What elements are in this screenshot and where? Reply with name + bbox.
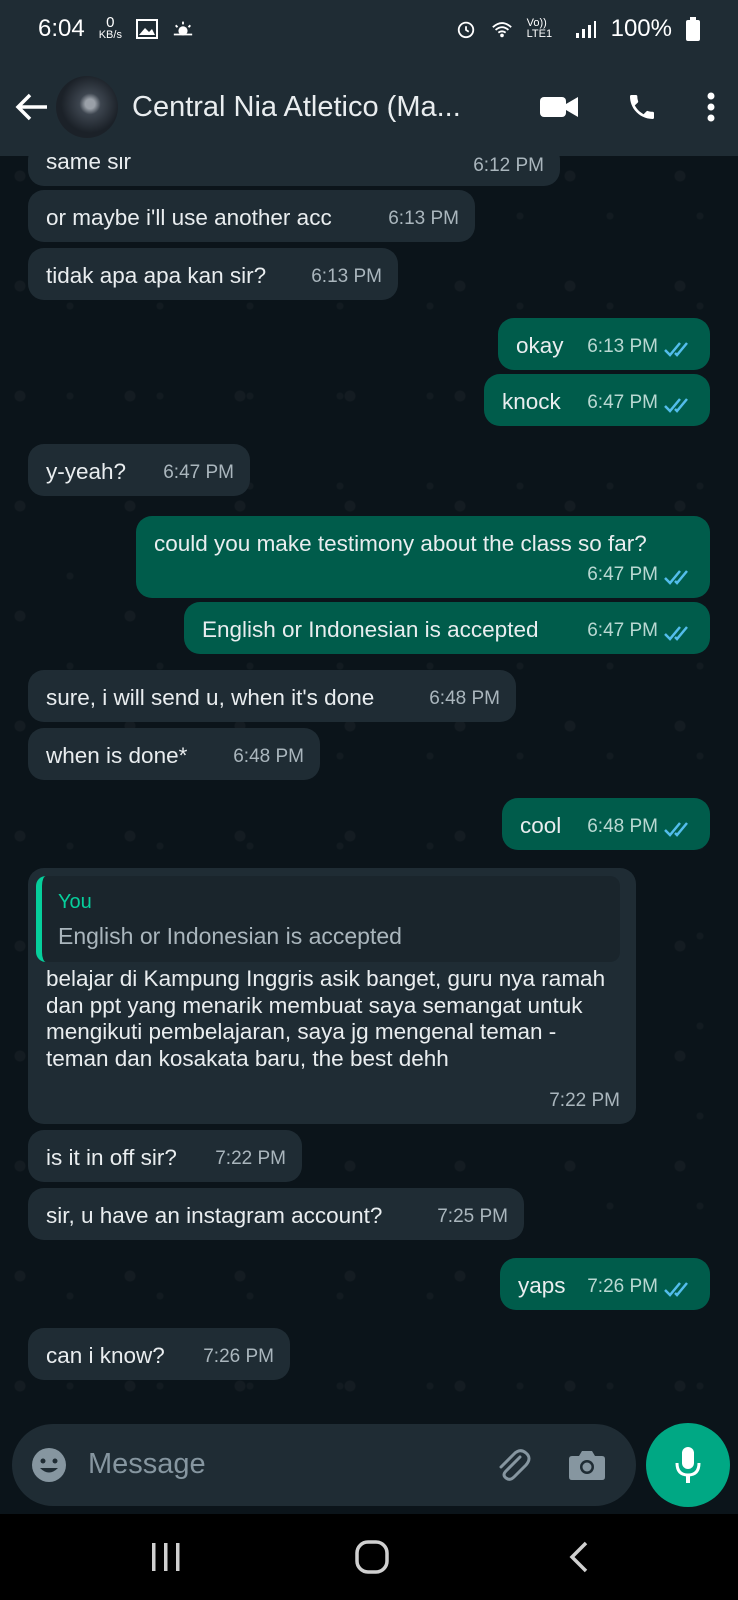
status-right: Vo)) LTE1 100% bbox=[455, 15, 700, 43]
message-time: 6:48 PM bbox=[429, 688, 500, 709]
chat-header: Central Nia Atletico (Ma... bbox=[0, 58, 738, 156]
read-ticks-icon bbox=[664, 626, 688, 641]
net-speed-unit: KB/s bbox=[98, 29, 122, 41]
message-text: yaps bbox=[518, 1273, 566, 1298]
message-time: 7:22 PM bbox=[215, 1148, 286, 1169]
message-text: sure, i will send u, when it's done bbox=[46, 685, 375, 710]
read-ticks-icon bbox=[664, 398, 688, 413]
message-time: 6:47 PM bbox=[587, 620, 658, 641]
weather-icon bbox=[173, 21, 193, 36]
message-outgoing[interactable]: okay 6:13 PM bbox=[498, 318, 710, 370]
message-time: 7:26 PM bbox=[587, 1276, 658, 1297]
microphone-icon bbox=[675, 1447, 701, 1483]
alarm-icon bbox=[457, 21, 474, 39]
arrow-left-icon bbox=[15, 93, 47, 121]
message-outgoing[interactable]: cool 6:48 PM bbox=[502, 798, 710, 850]
status-time: 6:04 bbox=[38, 15, 85, 42]
read-ticks-icon bbox=[664, 1282, 688, 1297]
message-incoming[interactable]: or maybe i'll use another acc 6:13 PM bbox=[28, 190, 475, 242]
message-text: could you make testimony about the class… bbox=[154, 531, 647, 556]
system-nav-bar bbox=[0, 1514, 738, 1600]
message-text: sir, u have an instagram account? bbox=[46, 1203, 383, 1228]
more-vert-icon[interactable] bbox=[706, 92, 716, 122]
contact-avatar[interactable] bbox=[56, 76, 118, 138]
message-outgoing[interactable]: yaps 7:26 PM bbox=[500, 1258, 710, 1310]
quoted-message[interactable]: You English or Indonesian is accepted bbox=[36, 876, 620, 962]
status-left: 6:04 0 KB/s bbox=[38, 15, 194, 43]
quote-text: English or Indonesian is accepted bbox=[58, 923, 402, 949]
message-placeholder[interactable]: Message bbox=[88, 1448, 206, 1481]
wifi-icon bbox=[491, 22, 512, 38]
message-time: 7:22 PM bbox=[549, 1090, 620, 1111]
message-incoming[interactable]: tidak apa apa kan sir? 6:13 PM bbox=[28, 248, 398, 300]
message-incoming[interactable]: is it in off sir? 7:22 PM bbox=[28, 1130, 302, 1182]
read-ticks-icon bbox=[664, 570, 688, 585]
message-incoming[interactable]: y-yeah? 6:47 PM bbox=[28, 444, 250, 496]
camera-icon[interactable] bbox=[568, 1449, 606, 1481]
message-time: 7:25 PM bbox=[437, 1206, 508, 1227]
mic-button[interactable] bbox=[646, 1423, 730, 1507]
message-incoming[interactable]: same sir 6:12 PM bbox=[28, 156, 560, 186]
contact-name[interactable]: Central Nia Atletico (Ma... bbox=[132, 91, 492, 124]
message-time: 6:48 PM bbox=[233, 746, 304, 767]
message-outgoing[interactable]: English or Indonesian is accepted 6:47 P… bbox=[184, 602, 710, 654]
message-time: 6:12 PM bbox=[473, 156, 544, 176]
message-text: knock bbox=[502, 389, 561, 414]
message-text: can i know? bbox=[46, 1343, 165, 1368]
message-incoming[interactable]: can i know? 7:26 PM bbox=[28, 1328, 290, 1380]
message-text: y-yeah? bbox=[46, 459, 127, 484]
message-incoming[interactable]: when is done* 6:48 PM bbox=[28, 728, 320, 780]
message-text: tidak apa apa kan sir? bbox=[46, 263, 267, 288]
battery-percent: 100% bbox=[610, 15, 672, 42]
phone-icon[interactable] bbox=[626, 91, 658, 123]
message-incoming-reply[interactable]: You English or Indonesian is accepted be… bbox=[28, 868, 636, 1124]
message-time: 6:47 PM bbox=[587, 564, 658, 585]
message-text: same sir bbox=[46, 156, 132, 174]
message-time: 6:48 PM bbox=[587, 816, 658, 837]
message-incoming[interactable]: sure, i will send u, when it's done 6:48… bbox=[28, 670, 516, 722]
message-outgoing[interactable]: knock 6:47 PM bbox=[484, 374, 710, 426]
message-time: 6:13 PM bbox=[311, 266, 382, 287]
back-button[interactable] bbox=[12, 87, 52, 127]
message-time: 6:47 PM bbox=[587, 392, 658, 413]
video-call-icon[interactable] bbox=[540, 94, 578, 120]
message-time: 7:26 PM bbox=[203, 1346, 274, 1367]
gallery-icon bbox=[135, 19, 158, 39]
message-text: cool bbox=[520, 813, 562, 838]
message-outgoing[interactable]: could you make testimony about the class… bbox=[136, 516, 710, 598]
message-time: 6:13 PM bbox=[587, 336, 658, 357]
net-speed: 0 KB/s bbox=[98, 15, 122, 41]
recents-icon[interactable] bbox=[150, 1543, 182, 1571]
message-text: or maybe i'll use another acc bbox=[46, 205, 332, 230]
signal-icon bbox=[575, 21, 596, 38]
home-icon[interactable] bbox=[355, 1540, 389, 1574]
chat-area[interactable]: same sir 6:12 PM or maybe i'll use anoth… bbox=[0, 156, 738, 1424]
paperclip-icon[interactable] bbox=[492, 1445, 532, 1485]
message-time: 6:13 PM bbox=[388, 208, 459, 229]
read-ticks-icon bbox=[664, 822, 688, 837]
message-incoming[interactable]: sir, u have an instagram account? 7:25 P… bbox=[28, 1188, 524, 1240]
read-ticks-icon bbox=[664, 342, 688, 357]
message-input-bar[interactable]: Message bbox=[12, 1424, 636, 1506]
message-text: belajar di Kampung Inggris asik banget, … bbox=[46, 966, 606, 1071]
message-time: 6:47 PM bbox=[163, 462, 234, 483]
battery-icon bbox=[686, 17, 700, 41]
status-bar: 6:04 0 KB/s Vo)) LTE1 100% bbox=[0, 0, 738, 58]
emoji-icon[interactable] bbox=[30, 1446, 68, 1484]
message-text: when is done* bbox=[46, 743, 188, 768]
message-text: is it in off sir? bbox=[46, 1145, 177, 1170]
nav-back-icon[interactable] bbox=[568, 1541, 590, 1573]
message-text: okay bbox=[516, 333, 564, 358]
message-text: English or Indonesian is accepted bbox=[202, 617, 539, 642]
network-label: Vo)) LTE1 bbox=[526, 17, 553, 40]
quote-author: You bbox=[58, 891, 92, 913]
header-actions bbox=[540, 58, 716, 156]
